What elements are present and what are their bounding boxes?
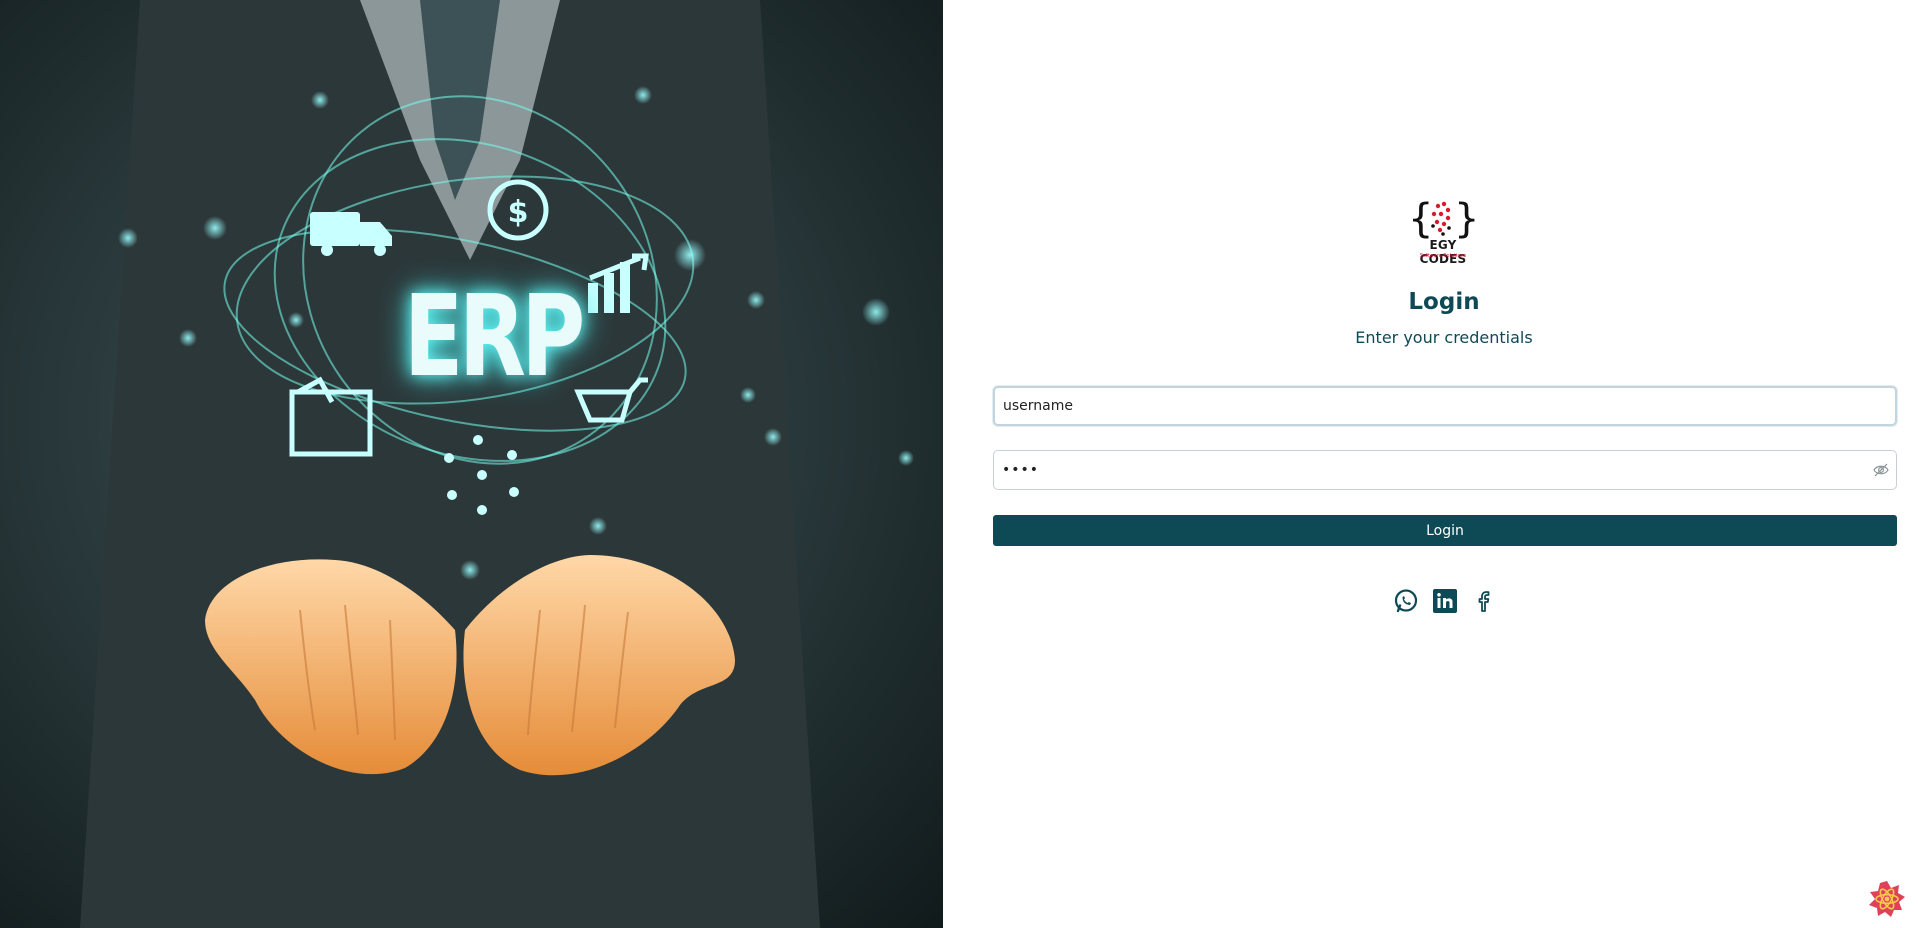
page-subtitle: Enter your credentials	[1355, 328, 1533, 347]
svg-text:{: {	[1408, 196, 1433, 240]
erp-headline: ERP	[403, 272, 586, 402]
page-title: Login	[1408, 289, 1480, 315]
eye-off-icon[interactable]	[1873, 463, 1889, 477]
svg-text:}: }	[1454, 196, 1479, 240]
password-input[interactable]	[993, 450, 1897, 490]
social-links	[1393, 588, 1493, 614]
brand-logo-mark: { }	[1408, 196, 1479, 242]
brand-name: EGY CODES	[1419, 238, 1467, 266]
svg-text:$: $	[508, 195, 529, 230]
react-devtools-icon[interactable]	[1867, 879, 1907, 919]
hero-illustration: $	[80, 0, 914, 928]
whatsapp-icon[interactable]	[1393, 588, 1419, 614]
hero-image: $ ERP	[0, 0, 943, 928]
login-panel: { } EGY CODES Software Solutions Login E…	[943, 0, 1918, 928]
linkedin-icon[interactable]	[1432, 588, 1458, 614]
login-button[interactable]: Login	[993, 515, 1897, 546]
facebook-icon[interactable]	[1471, 588, 1497, 614]
brand-logo: { } EGY CODES Software Solutions	[1404, 196, 1482, 266]
brand-tagline: Software Solutions	[1419, 253, 1467, 259]
username-input[interactable]	[993, 386, 1897, 426]
